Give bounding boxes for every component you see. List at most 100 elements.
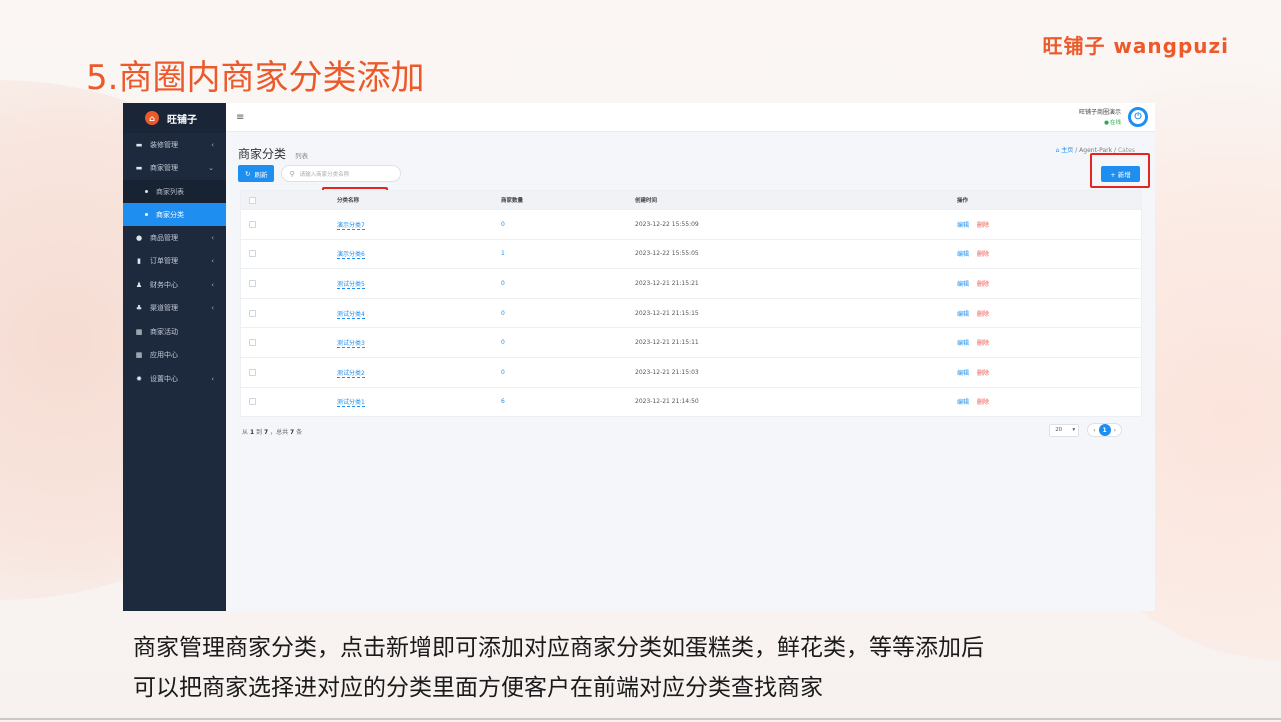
- edit-button[interactable]: 编辑: [957, 399, 969, 406]
- sidebar-item[interactable]: ▬ 商家管理 ⌄: [123, 157, 226, 181]
- row-checkbox[interactable]: [249, 279, 256, 287]
- row-check-cell: [249, 220, 261, 228]
- merchant-count[interactable]: 1: [501, 250, 505, 257]
- sidebar-item[interactable]: ▦ 应用中心: [123, 344, 226, 368]
- sidebar-subitem-label: 商家列表: [156, 187, 184, 196]
- select-all-cell: [249, 196, 261, 204]
- edit-button[interactable]: 编辑: [957, 311, 969, 318]
- edit-button[interactable]: 编辑: [957, 340, 969, 347]
- row-ops-cell: 编辑 删除: [957, 368, 989, 377]
- row-count-cell: 0: [501, 310, 505, 317]
- category-name-link[interactable]: 演示分类7: [337, 221, 365, 230]
- sidebar-arrow-icon: ‹: [211, 140, 214, 149]
- delete-button[interactable]: 删除: [977, 281, 989, 288]
- row-count-cell: 1: [501, 250, 505, 257]
- edit-button[interactable]: 编辑: [957, 370, 969, 377]
- sidebar-item[interactable]: ▮ 订单管理 ‹: [123, 250, 226, 274]
- sidebar-item[interactable]: ● 商品管理 ‹: [123, 226, 226, 250]
- sidebar-item-label: 商家管理: [150, 164, 178, 173]
- prev-page-button[interactable]: ‹: [1090, 427, 1098, 434]
- merchant-count[interactable]: 0: [501, 369, 505, 376]
- pagination-info-total-prefix: ，总共: [270, 429, 289, 436]
- row-check-cell: [249, 398, 261, 406]
- category-name-link[interactable]: 测试分类5: [337, 280, 365, 289]
- current-page-button[interactable]: 1: [1098, 424, 1111, 436]
- delete-button[interactable]: 删除: [977, 251, 989, 258]
- page-size-select[interactable]: 20 ▾: [1049, 423, 1080, 437]
- sidebar-item[interactable]: ✹ 设置中心 ‹: [123, 367, 226, 391]
- table-row: 测试分类2 0 2023-12-21 21:15:03 编辑 删除: [241, 356, 1141, 387]
- edit-button[interactable]: 编辑: [957, 251, 969, 258]
- table-header: 分类名称 商家数量 创建时间 操作: [241, 191, 1141, 209]
- main-content: ≡ 旺铺子商圈演示 在线 ⏻ 商家分类 列表 ⌂ 主页 / Agent-Park…: [226, 103, 1155, 611]
- delete-button[interactable]: 删除: [977, 399, 989, 406]
- menu-toggle-icon[interactable]: ≡: [236, 112, 244, 123]
- merchant-count[interactable]: 6: [501, 398, 505, 405]
- header-name[interactable]: 分类名称: [337, 196, 359, 204]
- delete-button[interactable]: 删除: [977, 340, 989, 347]
- table-row: 测试分类3 0 2023-12-21 21:15:11 编辑 删除: [241, 327, 1141, 357]
- category-table: 分类名称 商家数量 创建时间 操作 演示分类7 0 2023-12-22 15:55…: [240, 190, 1142, 418]
- sidebar-arrow-icon: ‹: [211, 257, 214, 266]
- header-time[interactable]: 创建时间: [635, 196, 657, 204]
- home-logo-icon: ⌂: [145, 111, 159, 125]
- sidebar-logo[interactable]: ⌂ 旺铺子: [123, 103, 226, 133]
- logout-power-icon[interactable]: ⏻: [1128, 107, 1148, 127]
- user-info[interactable]: 旺铺子商圈演示 在线: [1079, 108, 1121, 128]
- sidebar-arrow-icon: ‹: [211, 374, 214, 383]
- select-all-checkbox[interactable]: [249, 196, 256, 204]
- sidebar-item[interactable]: ♟ 财务中心 ‹: [123, 273, 226, 297]
- row-name-cell: 测试分类3: [337, 338, 365, 349]
- search-input[interactable]: ⚲ 请输入商家分类名称: [281, 165, 402, 182]
- row-count-cell: 0: [501, 369, 505, 376]
- row-checkbox[interactable]: [249, 250, 256, 258]
- row-checkbox[interactable]: [249, 398, 256, 406]
- sidebar-arrow-icon: ‹: [211, 280, 214, 289]
- row-count-cell: 6: [501, 398, 505, 405]
- merchant-count[interactable]: 0: [501, 310, 505, 317]
- row-time-cell: 2023-12-21 21:15:21: [635, 279, 699, 287]
- category-name-link[interactable]: 演示分类6: [337, 251, 365, 260]
- delete-button[interactable]: 删除: [977, 370, 989, 377]
- next-page-button[interactable]: ›: [1111, 427, 1119, 434]
- sidebar-arrow-icon: ‹: [211, 233, 214, 242]
- delete-button[interactable]: 删除: [977, 222, 989, 229]
- row-check-cell: [249, 339, 261, 347]
- slide-title: 5.商圈内商家分类添加: [86, 58, 425, 98]
- sidebar-item[interactable]: ♣ 渠道管理 ‹: [123, 297, 226, 321]
- slide-caption: 商家管理商家分类，点击新增即可添加对应商家分类如蛋糕类，鲜花类，等等添加后 可以…: [133, 628, 984, 708]
- grid-icon: ▦: [135, 327, 143, 336]
- category-name-link[interactable]: 测试分类2: [337, 369, 365, 378]
- sidebar-item-label: 商品管理: [150, 233, 178, 242]
- sidebar-item[interactable]: ▦ 商家活动: [123, 320, 226, 344]
- row-count-cell: 0: [501, 280, 505, 287]
- row-checkbox[interactable]: [249, 339, 256, 347]
- edit-button[interactable]: 编辑: [957, 222, 969, 229]
- header-count[interactable]: 商家数量: [501, 196, 523, 204]
- sidebar-subitem[interactable]: 商家分类: [123, 203, 226, 226]
- pagination-info-mid: 到: [256, 429, 263, 436]
- merchant-count[interactable]: 0: [501, 280, 505, 287]
- pagination-info-from: 1: [249, 429, 255, 436]
- row-ops-cell: 编辑 删除: [957, 338, 989, 347]
- refresh-button[interactable]: ↻ 刷新: [238, 165, 275, 182]
- merchant-count[interactable]: 0: [501, 221, 505, 228]
- category-name-link[interactable]: 测试分类1: [337, 399, 365, 408]
- merchant-count[interactable]: 0: [501, 339, 505, 346]
- row-checkbox[interactable]: [249, 309, 256, 317]
- sidebar-item[interactable]: ▬ 装修管理 ‹: [123, 133, 226, 157]
- order-icon: ▮: [137, 257, 141, 266]
- edit-button[interactable]: 编辑: [957, 281, 969, 288]
- row-check-cell: [249, 368, 261, 376]
- header-ops: 操作: [957, 198, 969, 204]
- delete-button[interactable]: 删除: [977, 311, 989, 318]
- sidebar-logo-text: 旺铺子: [167, 114, 197, 126]
- category-name-link[interactable]: 测试分类4: [337, 310, 365, 319]
- brand-logo: 旺铺子 wangpuzi: [1042, 30, 1229, 59]
- category-name-link[interactable]: 测试分类3: [337, 340, 365, 349]
- bullet-icon: [145, 213, 148, 216]
- row-checkbox[interactable]: [249, 368, 256, 376]
- sidebar-subitem[interactable]: 商家列表: [123, 180, 226, 203]
- breadcrumb-home[interactable]: 主页: [1061, 147, 1073, 154]
- row-checkbox[interactable]: [249, 220, 256, 228]
